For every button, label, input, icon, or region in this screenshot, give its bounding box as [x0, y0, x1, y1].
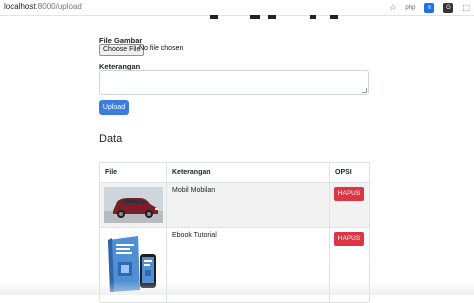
file-cell	[100, 183, 167, 227]
star-icon[interactable]: ☆	[389, 2, 396, 14]
keterangan-text: Ebook Tutorial	[172, 232, 217, 239]
column-header-file: File	[100, 163, 167, 183]
cropped-title-glyphs	[210, 15, 338, 19]
url-path: :8000/upload	[35, 2, 82, 11]
upload-page: File Gambar Choose File No file chosen K…	[0, 15, 474, 303]
choose-file-button[interactable]: Choose File	[99, 44, 145, 56]
extension-icon[interactable]: ⬚	[462, 2, 470, 14]
keterangan-text: Mobil Mobilan	[172, 187, 216, 194]
opsi-cell: HAPUS	[330, 183, 369, 227]
list-extension-icon[interactable]: ≡	[424, 3, 435, 13]
address-bar[interactable]: localhost:8000/upload	[4, 2, 82, 11]
upload-button[interactable]: Upload	[99, 100, 129, 115]
column-header-keterangan: Keterangan	[167, 163, 330, 183]
page-title-cropped	[210, 4, 370, 27]
url-host: localhost	[4, 2, 36, 11]
resize-handle-icon[interactable]	[362, 88, 367, 93]
translate-extension-icon[interactable]: G	[443, 3, 454, 13]
description-textarea[interactable]	[99, 70, 369, 95]
php-extension-icon[interactable]: php	[405, 2, 415, 14]
bottom-fade	[0, 281, 474, 295]
delete-button[interactable]: HAPUS	[334, 187, 364, 201]
keterangan-cell: Mobil Mobilan	[167, 183, 330, 227]
column-header-opsi: OPSI	[330, 163, 371, 183]
delete-button[interactable]: HAPUS	[334, 232, 364, 246]
table-row: Mobil Mobilan HAPUS	[100, 183, 369, 228]
car-thumbnail-image	[104, 187, 163, 223]
file-status-text: No file chosen	[139, 45, 184, 52]
data-section-title: Data	[99, 133, 123, 145]
